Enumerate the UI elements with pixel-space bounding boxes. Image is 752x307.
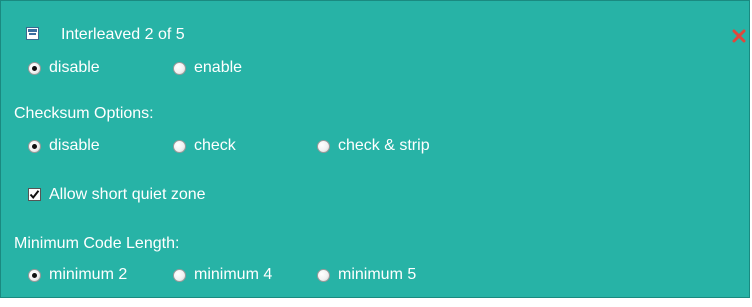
radio-label: minimum 5 <box>338 266 417 283</box>
radio-min-4[interactable]: minimum 4 <box>173 265 272 285</box>
radio-dot[interactable] <box>317 268 330 282</box>
radio-dot[interactable] <box>28 139 41 153</box>
radio-label: minimum 4 <box>194 266 273 283</box>
radio-dot[interactable] <box>173 61 186 75</box>
close-icon[interactable] <box>732 29 746 43</box>
radio-checksum-disable[interactable]: disable <box>28 136 100 156</box>
radio-interleaved-disable[interactable]: disable <box>28 58 100 78</box>
radio-checksum-check-strip[interactable]: check & strip <box>317 136 430 156</box>
symbology-panel: Interleaved 2 of 5 disable enable Checks… <box>0 0 750 298</box>
radio-checksum-check[interactable]: check <box>173 136 236 156</box>
checksum-section-title: Checksum Options: <box>14 105 154 122</box>
radio-dot[interactable] <box>173 268 186 282</box>
radio-dot[interactable] <box>317 139 330 153</box>
min-length-section-title: Minimum Code Length: <box>14 235 180 252</box>
radio-label: check & strip <box>338 137 430 154</box>
radio-dot[interactable] <box>28 268 41 282</box>
radio-label: enable <box>194 59 243 76</box>
quiet-zone-checkbox[interactable] <box>28 188 41 201</box>
radio-label: check <box>194 137 236 154</box>
radio-dot[interactable] <box>173 139 186 153</box>
radio-min-2[interactable]: minimum 2 <box>28 265 127 285</box>
radio-label: disable <box>49 59 100 76</box>
radio-label: minimum 2 <box>49 266 128 283</box>
radio-interleaved-enable[interactable]: enable <box>173 58 242 78</box>
quiet-zone-label: Allow short quiet zone <box>49 186 206 203</box>
checkmark-icon <box>29 190 40 200</box>
radio-min-5[interactable]: minimum 5 <box>317 265 416 285</box>
collapse-icon[interactable] <box>26 27 39 40</box>
panel-title: Interleaved 2 of 5 <box>61 26 185 43</box>
radio-label: disable <box>49 137 100 154</box>
radio-dot[interactable] <box>28 61 41 75</box>
